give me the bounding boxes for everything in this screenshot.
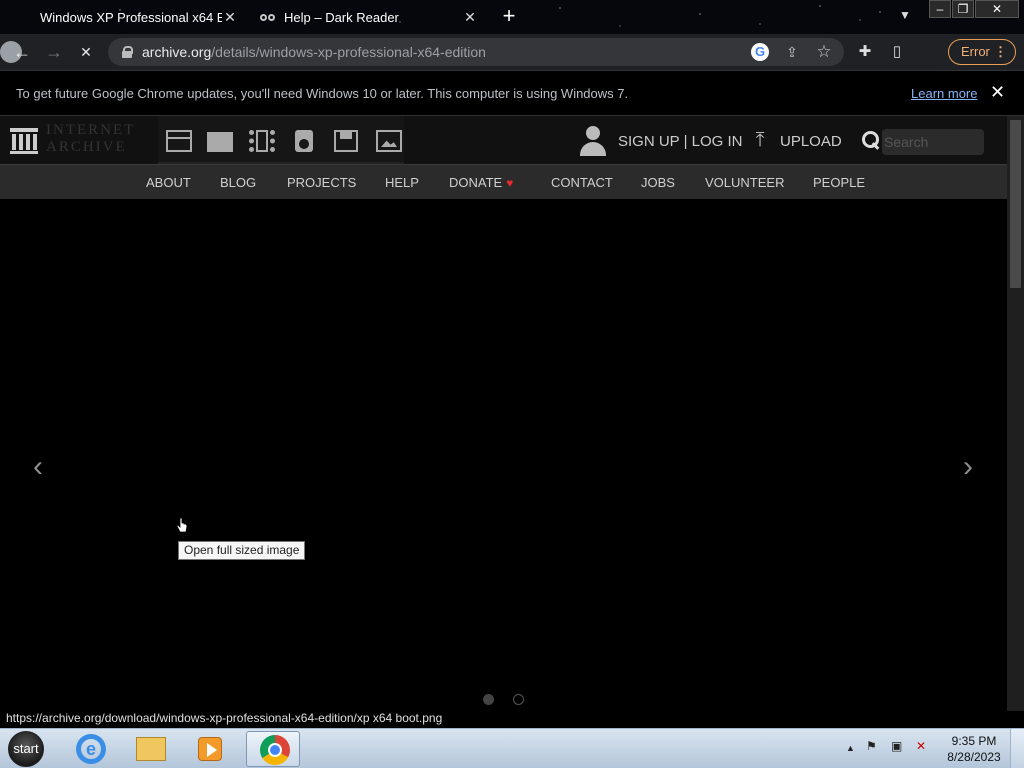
nav-contact[interactable]: CONTACT	[551, 175, 613, 190]
url-text[interactable]: archive.org/details/windows-xp-professio…	[142, 44, 486, 60]
start-button[interactable]: start	[8, 731, 44, 767]
previous-arrow-icon[interactable]: ‹	[26, 451, 50, 483]
dark-reader-icon	[260, 11, 276, 23]
new-tab-button[interactable]: +	[498, 5, 520, 28]
media-player-icon[interactable]	[184, 731, 238, 767]
media-type-menu	[158, 116, 404, 164]
nav-volunteer[interactable]: VOLUNTEER	[705, 175, 784, 190]
tab-search-chevron-icon[interactable]: ▼	[896, 8, 914, 26]
minimize-button[interactable]: –	[929, 0, 951, 18]
tab-dark-reader-help[interactable]: Help – Dark Reader ✕	[250, 2, 488, 32]
nav-people[interactable]: PEOPLE	[813, 175, 865, 190]
audio-speaker-icon[interactable]	[295, 130, 313, 152]
scrollbar-thumb[interactable]	[1010, 120, 1021, 288]
ia-top-bar: INTERNET ARCHIVE SIGN UP | LOG IN ⤒ UPLO…	[0, 116, 1007, 164]
error-label: Error	[961, 44, 990, 59]
upload-arrow-icon[interactable]: ⤒	[750, 130, 770, 152]
bookmark-star-icon[interactable]: ☆	[815, 43, 833, 61]
infobar-message: To get future Google Chrome updates, you…	[16, 86, 629, 101]
images-icon[interactable]	[376, 130, 402, 152]
nav-jobs[interactable]: JOBS	[641, 175, 675, 190]
nav-help[interactable]: HELP	[385, 175, 419, 190]
share-icon[interactable]: ⇪	[783, 43, 801, 61]
file-explorer-icon[interactable]	[124, 731, 178, 767]
chrome-icon[interactable]	[246, 731, 300, 767]
user-icon[interactable]	[578, 124, 608, 156]
browser-toolbar: ← → ✕ archive.org/details/windows-xp-pro…	[0, 34, 1024, 70]
next-arrow-icon[interactable]: ›	[956, 451, 980, 483]
system-clock[interactable]: 9:35 PM 8/28/2023	[944, 733, 1004, 765]
ia-nav-bar: ABOUT BLOG PROJECTS HELP DONATE ♥ CONTACT…	[0, 164, 1007, 199]
close-window-button[interactable]: ✕	[975, 0, 1019, 18]
google-lens-icon[interactable]: G	[751, 43, 769, 61]
learn-more-link[interactable]: Learn more	[911, 86, 977, 101]
video-film-icon[interactable]	[249, 130, 275, 152]
signup-login-link[interactable]: SIGN UP | LOG IN	[618, 133, 742, 150]
stop-loading-icon[interactable]: ✕	[74, 41, 98, 63]
internet-explorer-icon[interactable]: e	[64, 731, 118, 767]
nav-blog[interactable]: BLOG	[220, 175, 256, 190]
carousel-dot[interactable]	[513, 694, 524, 705]
tab-title: Help – Dark Reader	[284, 9, 399, 25]
lock-icon[interactable]	[122, 46, 133, 58]
tab-title: Windows XP Professional x64 Ed	[40, 9, 222, 25]
tab-close-icon[interactable]: ✕	[462, 9, 478, 25]
hand-cursor-icon	[176, 517, 188, 533]
search-input[interactable]	[882, 129, 984, 155]
image-carousel[interactable]: ‹ › Open full sized image	[0, 199, 1007, 711]
infobar-close-icon[interactable]: ✕	[990, 82, 1005, 103]
clock-time: 9:35 PM	[951, 734, 997, 748]
ia-logo-wordmark[interactable]: INTERNET ARCHIVE	[46, 122, 135, 156]
page-scrollbar[interactable]	[1007, 116, 1024, 711]
status-link-preview: https://archive.org/download/windows-xp-…	[0, 708, 449, 728]
texts-book-icon[interactable]	[207, 130, 233, 152]
restore-button[interactable]: ❐	[952, 0, 974, 18]
windows-taskbar: start e ▲ ⚑ ▣ ✕ 9:35 PM 8/28/2023	[0, 728, 1024, 768]
tab-close-icon[interactable]: ✕	[222, 9, 238, 25]
update-infobar: To get future Google Chrome updates, you…	[0, 70, 1024, 116]
nav-about[interactable]: ABOUT	[146, 175, 191, 190]
action-center-flag-icon[interactable]: ⚑	[866, 739, 877, 753]
show-hidden-icons-icon[interactable]: ▲	[846, 743, 855, 753]
upload-link[interactable]: UPLOAD	[780, 133, 842, 150]
menu-dots-icon[interactable]: ⋮	[994, 40, 1007, 64]
error-update-button[interactable]: Error ⋮	[948, 39, 1016, 65]
internet-archive-logo-icon[interactable]	[8, 124, 40, 156]
forward-arrow-icon[interactable]: →	[42, 41, 66, 63]
browser-tab-strip: Windows XP Professional x64 Ed ✕ Help – …	[0, 0, 1024, 34]
nav-donate[interactable]: DONATE ♥	[449, 175, 513, 190]
extensions-puzzle-icon[interactable]: ✚	[855, 42, 875, 62]
heart-icon: ♥	[506, 176, 514, 190]
nav-projects[interactable]: PROJECTS	[287, 175, 356, 190]
side-panel-icon[interactable]: ▯	[887, 42, 907, 62]
network-icon[interactable]: ▣	[891, 739, 902, 753]
clock-date: 8/28/2023	[947, 750, 1001, 764]
search-icon[interactable]	[861, 130, 881, 150]
software-floppy-icon[interactable]	[334, 130, 358, 152]
show-desktop-button[interactable]	[1010, 729, 1024, 768]
tooltip: Open full sized image	[178, 541, 306, 560]
volume-muted-icon[interactable]: ✕	[916, 739, 926, 753]
address-bar[interactable]: archive.org/details/windows-xp-professio…	[108, 38, 844, 66]
tab-windows-xp[interactable]: Windows XP Professional x64 Ed ✕	[30, 2, 248, 32]
back-arrow-icon[interactable]: ←	[10, 41, 34, 63]
web-icon[interactable]	[166, 130, 192, 152]
carousel-dot-active[interactable]	[483, 694, 494, 705]
